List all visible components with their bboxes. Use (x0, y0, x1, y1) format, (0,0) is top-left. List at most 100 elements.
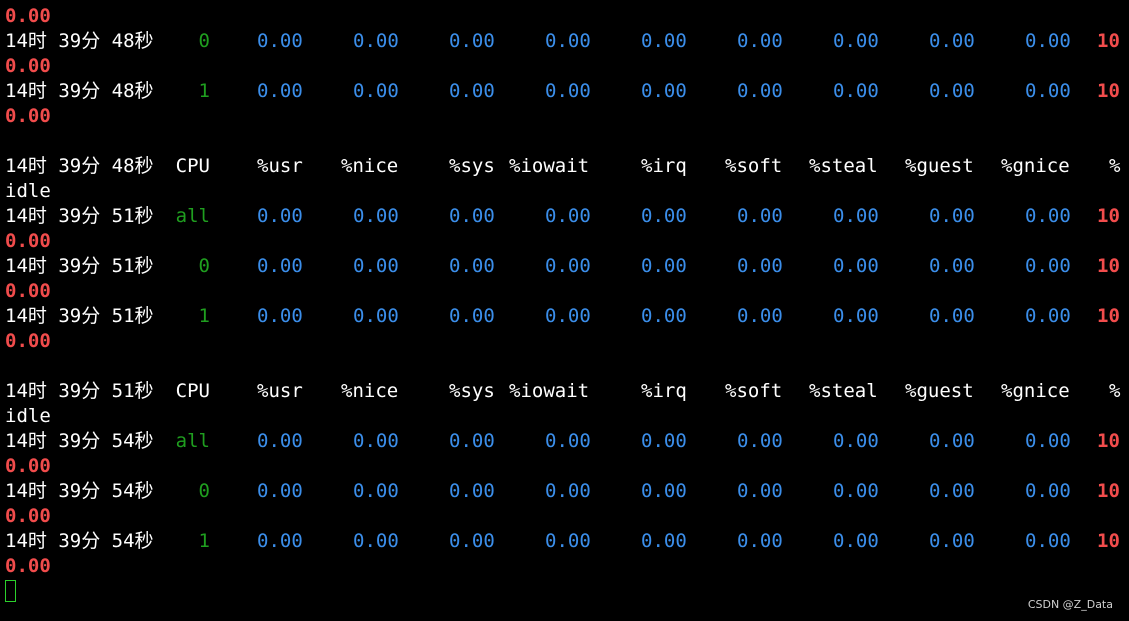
header-cpu: CPU (175, 155, 210, 177)
iowait-value: 0.00 (545, 30, 591, 52)
guest-value: 0.00 (929, 30, 975, 52)
header-gnice: %gnice (1001, 380, 1070, 402)
output-line: idle (0, 179, 51, 204)
irq-value: 0.00 (641, 205, 687, 227)
idle-value-head: 10 (1097, 430, 1120, 452)
cpu-id: 0 (198, 30, 210, 52)
header-steal: %steal (809, 155, 878, 177)
nice-value: 0.00 (353, 255, 399, 277)
idle-value-wrap: 0.00 (5, 5, 51, 27)
guest-value: 0.00 (929, 255, 975, 277)
nice-value: 0.00 (353, 430, 399, 452)
steal-value: 0.00 (833, 430, 879, 452)
irq-value: 0.00 (641, 255, 687, 277)
steal-value: 0.00 (833, 255, 879, 277)
steal-value: 0.00 (833, 305, 879, 327)
soft-value: 0.00 (737, 205, 783, 227)
header-sys: %sys (449, 380, 495, 402)
usr-value: 0.00 (257, 80, 303, 102)
steal-value: 0.00 (833, 205, 879, 227)
header-nice: %nice (341, 155, 399, 177)
header-iowait: %iowait (509, 155, 590, 177)
idle-value-wrap: 0.00 (5, 555, 51, 577)
steal-value: 0.00 (833, 480, 879, 502)
soft-value: 0.00 (737, 480, 783, 502)
sys-value: 0.00 (449, 530, 495, 552)
header-iowait: %iowait (509, 380, 590, 402)
guest-value: 0.00 (929, 480, 975, 502)
header-usr: %usr (257, 380, 303, 402)
cpu-id: 1 (198, 305, 210, 327)
sys-value: 0.00 (449, 205, 495, 227)
idle-value-head: 10 (1097, 80, 1120, 102)
iowait-value: 0.00 (545, 480, 591, 502)
cpu-id: 1 (198, 530, 210, 552)
gnice-value: 0.00 (1025, 80, 1071, 102)
idle-value-wrap: 0.00 (5, 505, 51, 527)
gnice-value: 0.00 (1025, 430, 1071, 452)
usr-value: 0.00 (257, 430, 303, 452)
guest-value: 0.00 (929, 305, 975, 327)
table-row: 14时 39分 54秒 all 0.00 0.00 0.00 0.00 0.00… (0, 429, 1120, 454)
terminal-window[interactable]: 0.00 14时 39分 48秒 0 0.00 0.00 0.00 0.00 0… (0, 0, 1129, 621)
irq-value: 0.00 (641, 305, 687, 327)
sys-value: 0.00 (449, 80, 495, 102)
output-line: 0.00 (0, 329, 51, 354)
guest-value: 0.00 (929, 530, 975, 552)
iowait-value: 0.00 (545, 205, 591, 227)
gnice-value: 0.00 (1025, 30, 1071, 52)
guest-value: 0.00 (929, 80, 975, 102)
terminal-cursor[interactable] (5, 580, 16, 602)
steal-value: 0.00 (833, 30, 879, 52)
output-line: 0.00 (0, 4, 51, 29)
usr-value: 0.00 (257, 480, 303, 502)
iowait-value: 0.00 (545, 430, 591, 452)
header-idle-head: % (1109, 155, 1121, 177)
header-idle-wrap: idle (5, 405, 51, 427)
idle-value-head: 10 (1097, 480, 1120, 502)
idle-value-wrap: 0.00 (5, 105, 51, 127)
guest-value: 0.00 (929, 205, 975, 227)
idle-value-head: 10 (1097, 255, 1120, 277)
table-row: 14时 39分 54秒 1 0.00 0.00 0.00 0.00 0.00 0… (0, 529, 1120, 554)
idle-value-head: 10 (1097, 305, 1120, 327)
header-idle-wrap: idle (5, 180, 51, 202)
header-irq: %irq (641, 155, 687, 177)
nice-value: 0.00 (353, 530, 399, 552)
idle-value-wrap: 0.00 (5, 230, 51, 252)
guest-value: 0.00 (929, 430, 975, 452)
iowait-value: 0.00 (545, 530, 591, 552)
header-irq: %irq (641, 380, 687, 402)
nice-value: 0.00 (353, 80, 399, 102)
table-row: 14时 39分 51秒 all 0.00 0.00 0.00 0.00 0.00… (0, 204, 1120, 229)
idle-value-wrap: 0.00 (5, 330, 51, 352)
table-row: 14时 39分 51秒 0 0.00 0.00 0.00 0.00 0.00 0… (0, 254, 1120, 279)
output-line: 0.00 (0, 454, 51, 479)
header-cpu: CPU (175, 380, 210, 402)
nice-value: 0.00 (353, 30, 399, 52)
table-row: 14时 39分 48秒 1 0.00 0.00 0.00 0.00 0.00 0… (0, 79, 1120, 104)
usr-value: 0.00 (257, 530, 303, 552)
cpu-id: 1 (198, 80, 210, 102)
usr-value: 0.00 (257, 205, 303, 227)
nice-value: 0.00 (353, 480, 399, 502)
idle-value-head: 10 (1097, 205, 1120, 227)
steal-value: 0.00 (833, 80, 879, 102)
soft-value: 0.00 (737, 530, 783, 552)
sys-value: 0.00 (449, 430, 495, 452)
irq-value: 0.00 (641, 480, 687, 502)
output-line: 0.00 (0, 279, 51, 304)
header-soft: %soft (725, 155, 783, 177)
idle-value-wrap: 0.00 (5, 280, 51, 302)
nice-value: 0.00 (353, 305, 399, 327)
idle-value-wrap: 0.00 (5, 55, 51, 77)
table-row: 14时 39分 54秒 0 0.00 0.00 0.00 0.00 0.00 0… (0, 479, 1120, 504)
header-steal: %steal (809, 380, 878, 402)
usr-value: 0.00 (257, 305, 303, 327)
gnice-value: 0.00 (1025, 205, 1071, 227)
watermark: CSDN @Z_Data (1027, 598, 1113, 611)
header-usr: %usr (257, 155, 303, 177)
output-line: 0.00 (0, 504, 51, 529)
soft-value: 0.00 (737, 255, 783, 277)
header-gnice: %gnice (1001, 155, 1070, 177)
